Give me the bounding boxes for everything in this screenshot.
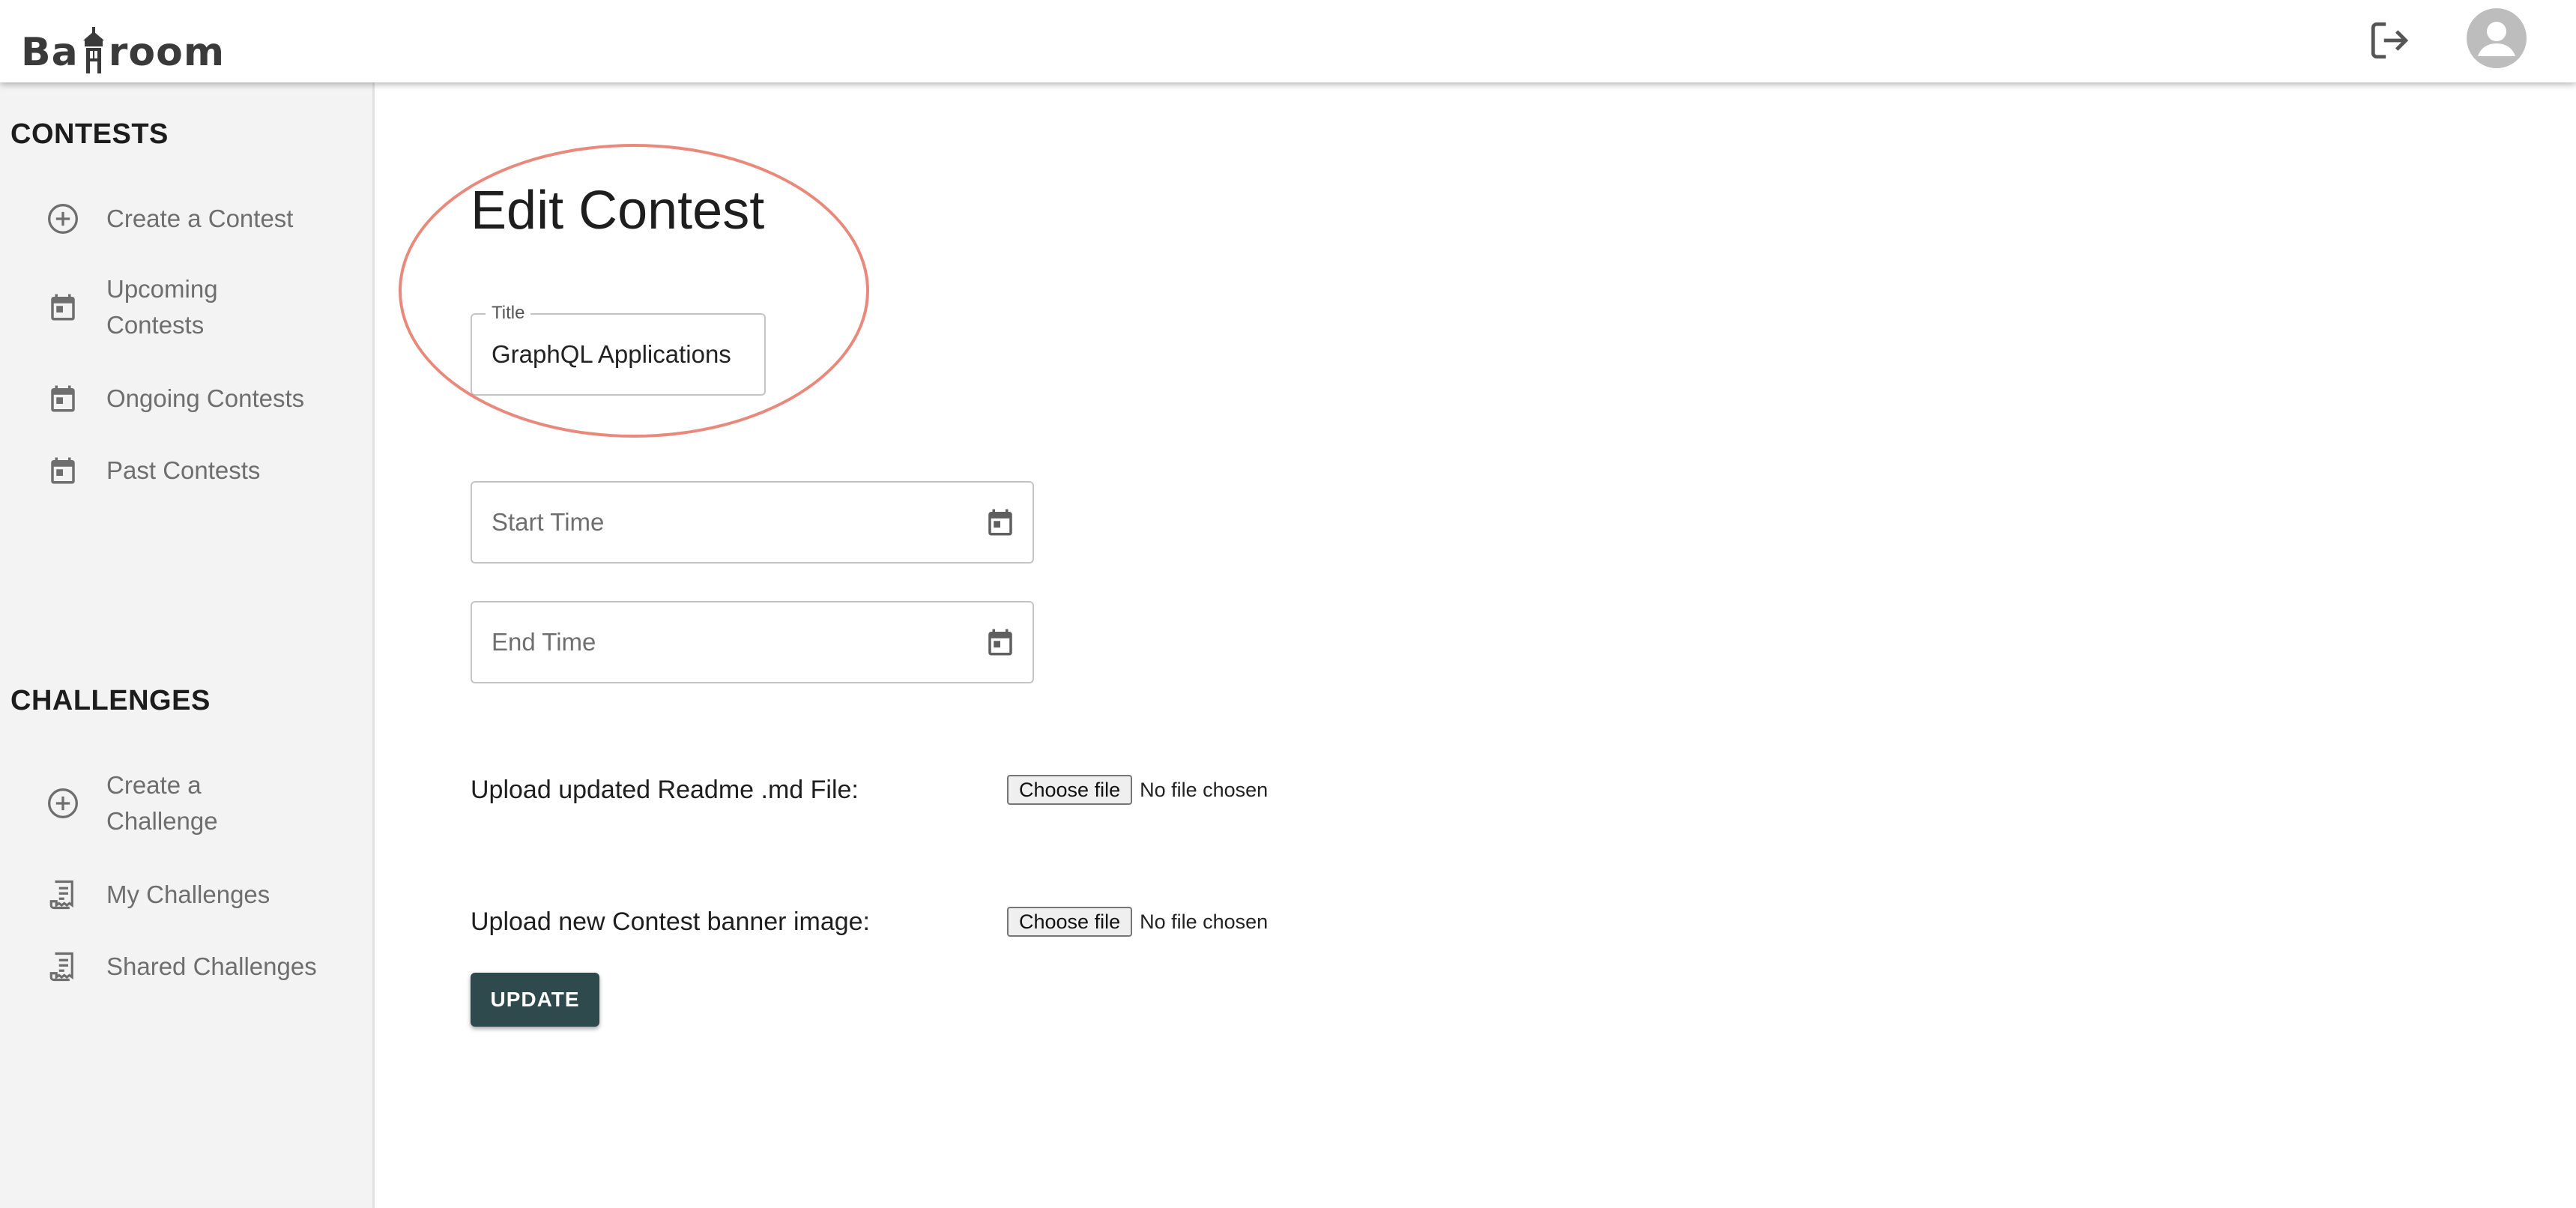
receipt-icon [40, 872, 85, 917]
banner-upload-row: Upload new Contest banner image: Choose … [471, 907, 1268, 937]
readme-upload-label: Upload updated Readme .md File: [471, 775, 859, 804]
add-circle-icon [40, 781, 85, 826]
sidebar-item-create-challenge[interactable]: Create a Challenge [40, 767, 363, 839]
challenges-section-title: CHALLENGES [10, 685, 211, 716]
app-bar: Ba room [0, 0, 2576, 82]
readme-file-status: No file chosen [1140, 778, 1269, 801]
calendar-icon [40, 285, 85, 330]
sidebar-item-create-contest[interactable]: Create a Contest [40, 196, 363, 241]
start-time-input[interactable] [492, 483, 1022, 562]
start-time-field[interactable] [471, 481, 1034, 564]
page-title: Edit Contest [471, 181, 765, 241]
title-input[interactable] [492, 315, 754, 394]
sidebar-item-label: My Challenges [106, 881, 270, 908]
sidebar-item-label: Ongoing Contests [106, 384, 305, 412]
logout-button[interactable] [2364, 15, 2415, 66]
banner-choose-file-button[interactable]: Choose file [1007, 907, 1133, 937]
sidebar-item-label: Past Contests [106, 456, 261, 484]
banner-file-status: No file chosen [1140, 910, 1269, 933]
banner-upload-label: Upload new Contest banner image: [471, 907, 870, 936]
sidebar: CONTESTS Create a Contest Upcoming Conte… [0, 82, 375, 1208]
readme-upload-row: Upload updated Readme .md File: Choose f… [471, 775, 1268, 805]
logo-text-end: room [108, 30, 226, 75]
sidebar-item-my-challenges[interactable]: My Challenges [40, 872, 363, 917]
avatar[interactable] [2467, 8, 2527, 68]
sidebar-item-label: Upcoming Contests [106, 275, 218, 339]
app-logo[interactable]: Ba room [21, 22, 225, 75]
calendar-icon [40, 376, 85, 421]
contests-section-title: CONTESTS [10, 118, 169, 150]
end-time-input[interactable] [492, 603, 1022, 682]
sidebar-item-upcoming-contests[interactable]: Upcoming Contests [40, 271, 363, 343]
sidebar-item-label: Create a Challenge [106, 771, 218, 835]
end-time-field[interactable] [471, 601, 1034, 683]
sidebar-item-label: Shared Challenges [106, 952, 317, 980]
bell-tower-icon [80, 27, 107, 75]
logo-text-start: Ba [21, 30, 79, 75]
sidebar-item-ongoing-contests[interactable]: Ongoing Contests [40, 376, 363, 421]
readme-choose-file-button[interactable]: Choose file [1007, 775, 1133, 805]
sidebar-item-past-contests[interactable]: Past Contests [40, 448, 363, 493]
calendar-icon [40, 448, 85, 493]
sidebar-item-label: Create a Contest [106, 205, 294, 232]
sidebar-item-shared-challenges[interactable]: Shared Challenges [40, 944, 363, 989]
title-field[interactable]: Title [471, 303, 766, 396]
account-circle-icon [2478, 22, 2515, 56]
logout-icon [2371, 22, 2409, 59]
add-circle-icon [40, 196, 85, 241]
update-button[interactable]: UPDATE [471, 973, 599, 1027]
receipt-icon [40, 944, 85, 989]
calendar-icon[interactable] [983, 505, 1018, 540]
calendar-icon[interactable] [983, 625, 1018, 659]
